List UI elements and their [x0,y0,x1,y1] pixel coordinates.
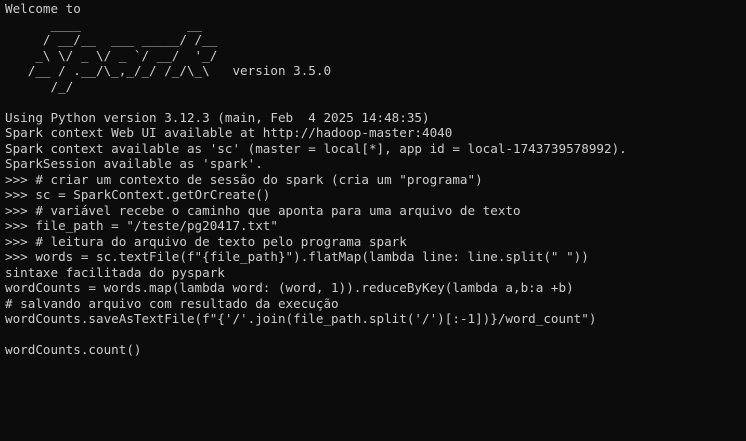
prompt-line: >>> # criar um contexto de sessão do spa… [5,171,483,187]
terminal-window[interactable]: Welcome to ____ __ / __/__ ___ _____/ /_… [0,0,746,441]
input-line: sintaxe facilitada do pyspark [5,264,225,280]
prompt-line: >>> sc = SparkContext.getOrCreate() [5,187,271,202]
spark-context-line: Spark context available as 'sc' (master … [5,140,627,156]
prompt-line: >>> file_path = "/teste/pg20417.txt" [5,218,278,233]
spark-logo-line: _\ \/ _ \/ _ `/ __/ '_/ [5,47,218,63]
spark-logo-version-line: /__ / .__/\_,_/_/ /_/\_\ version 3.5.0 [5,63,332,78]
spark-logo-line: / __/__ ___ _____/ /__ [5,32,218,47]
prompt-line: >>> words = sc.textFile(f"{file_path}").… [5,249,589,264]
spark-logo-line: ____ __ [5,16,203,32]
input-line: wordCounts = words.map(lambda word: (wor… [5,280,574,295]
spark-web-ui-line: Spark context Web UI available at http:/… [5,125,453,140]
prompt-line: >>> # leitura do arquivo de texto pelo p… [5,233,407,249]
terminal-line: Welcome to [5,1,81,16]
current-input-line[interactable]: wordCounts.count() [5,342,746,358]
python-version-line: Using Python version 3.12.3 (main, Feb 4… [5,109,430,125]
spark-logo-line: /_/ [5,78,74,94]
prompt-line: >>> # variável recebe o caminho que apon… [5,202,521,218]
input-line: # salvando arquivo com resultado da exec… [5,295,339,311]
spark-session-line: SparkSession available as 'spark'. [5,156,263,171]
input-line: wordCounts.saveAsTextFile(f"{'/'.join(fi… [5,311,597,326]
